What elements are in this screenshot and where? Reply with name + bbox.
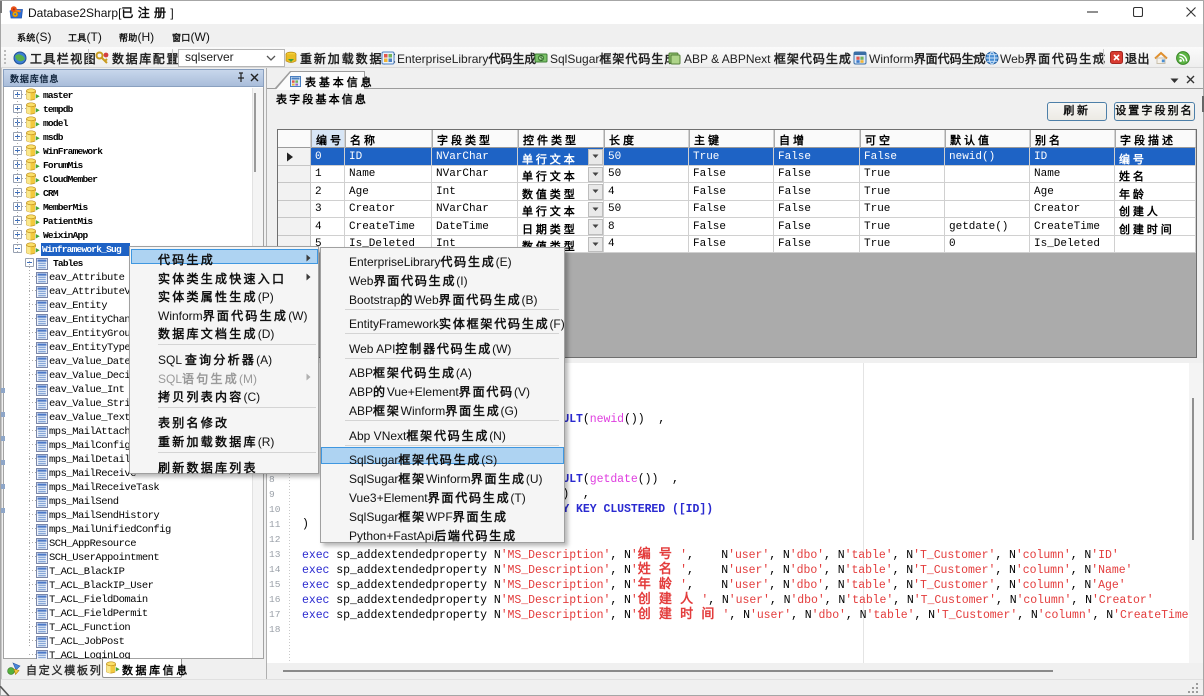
- svg-text:$: $: [539, 55, 543, 62]
